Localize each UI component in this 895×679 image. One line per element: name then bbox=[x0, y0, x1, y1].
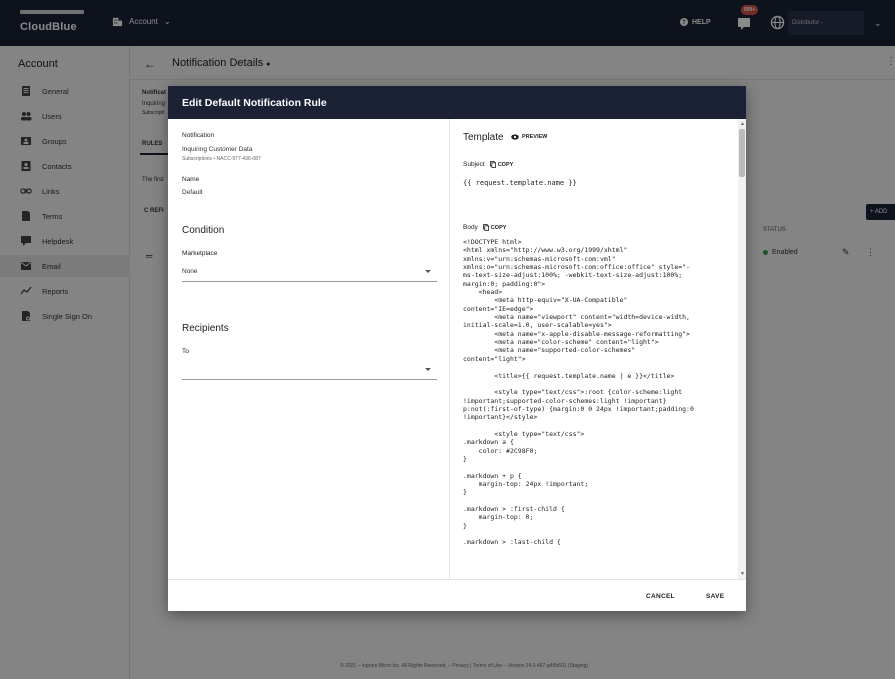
subject-label: Subject bbox=[463, 161, 485, 168]
to-label: To bbox=[182, 348, 189, 355]
marketplace-label: Marketplace bbox=[182, 250, 218, 257]
dialog-header: Edit Default Notification Rule bbox=[168, 86, 746, 119]
template-scrollbar[interactable]: ▲ ▼ bbox=[738, 119, 746, 579]
body-row: Body COPY bbox=[463, 224, 506, 231]
preview-label: PREVIEW bbox=[522, 134, 548, 140]
dialog-left-panel: Notification Inquiring Customer Data Sub… bbox=[168, 119, 450, 579]
subject-row: Subject COPY bbox=[463, 161, 513, 168]
dialog-title: Edit Default Notification Rule bbox=[182, 97, 327, 109]
app-root: CloudBlue Account ⌄ ? HELP 999+ Distribu… bbox=[0, 0, 895, 679]
body-code: <!DOCTYPE html> <html xmlns="http://www.… bbox=[463, 238, 694, 547]
name-value: Default bbox=[182, 189, 203, 196]
scroll-up-icon[interactable]: ▲ bbox=[740, 121, 745, 127]
recipients-header: Recipients bbox=[182, 323, 229, 334]
notification-label: Notification bbox=[182, 132, 215, 139]
eye-icon bbox=[511, 134, 519, 140]
edit-rule-dialog: Edit Default Notification Rule Notificat… bbox=[168, 86, 746, 611]
copy-icon bbox=[489, 161, 496, 168]
scroll-down-icon[interactable]: ▼ bbox=[740, 571, 745, 577]
copy-icon bbox=[482, 224, 489, 231]
name-label: Name bbox=[182, 176, 200, 183]
copy-label: COPY bbox=[490, 224, 507, 231]
copy-label: COPY bbox=[497, 161, 514, 168]
notification-sub: Subscriptions • NACC-977-436-087 bbox=[182, 156, 261, 162]
caret-down-icon bbox=[425, 368, 431, 371]
notification-value: Inquiring Customer Data bbox=[182, 146, 253, 153]
condition-header: Condition bbox=[182, 225, 225, 236]
copy-subject-button[interactable]: COPY bbox=[489, 161, 514, 168]
cancel-button[interactable]: CANCEL bbox=[646, 593, 675, 600]
dialog-footer: CANCEL SAVE bbox=[168, 579, 746, 611]
marketplace-select[interactable]: None bbox=[182, 264, 437, 282]
dialog-template-panel[interactable]: Template PREVIEW Subject COPY {{ request… bbox=[451, 119, 746, 579]
caret-down-icon bbox=[425, 270, 431, 273]
template-title: Template bbox=[463, 132, 504, 143]
body-label: Body bbox=[463, 224, 478, 231]
scrollbar-thumb[interactable] bbox=[739, 129, 745, 177]
preview-button[interactable]: PREVIEW bbox=[511, 134, 547, 140]
save-button[interactable]: SAVE bbox=[706, 593, 724, 600]
marketplace-value: None bbox=[182, 268, 198, 275]
subject-value: {{ request.template.name }} bbox=[463, 179, 577, 187]
to-select[interactable] bbox=[182, 362, 437, 380]
copy-body-button[interactable]: COPY bbox=[482, 224, 507, 231]
